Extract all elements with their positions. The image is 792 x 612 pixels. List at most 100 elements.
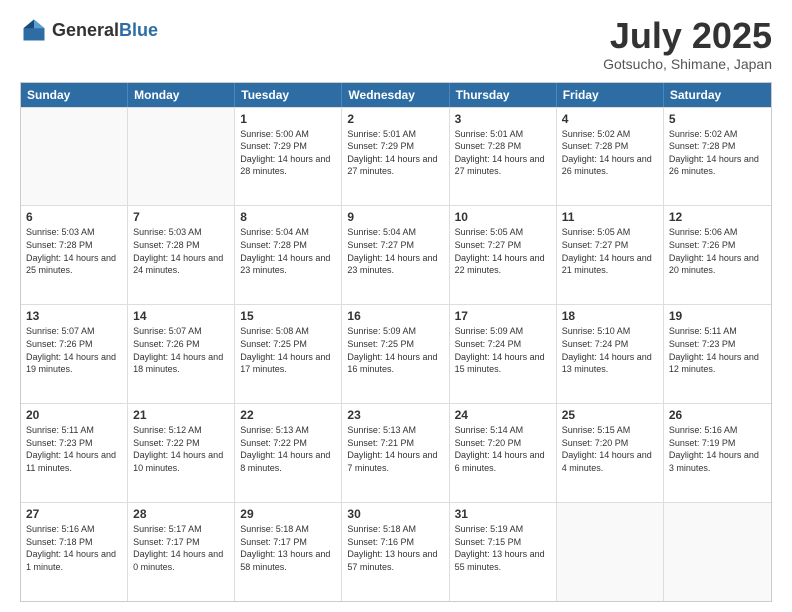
page: GeneralBlue July 2025 Gotsucho, Shimane,… <box>0 0 792 612</box>
title-block: July 2025 Gotsucho, Shimane, Japan <box>603 16 772 72</box>
day-number: 10 <box>455 210 551 224</box>
cell-info: Sunrise: 5:16 AMSunset: 7:18 PMDaylight:… <box>26 523 122 573</box>
cell-info: Sunrise: 5:04 AMSunset: 7:28 PMDaylight:… <box>240 226 336 276</box>
cell-info: Sunrise: 5:06 AMSunset: 7:26 PMDaylight:… <box>669 226 766 276</box>
day-cell-15: 15 Sunrise: 5:08 AMSunset: 7:25 PMDayligh… <box>235 305 342 403</box>
day-number: 9 <box>347 210 443 224</box>
cell-info: Sunrise: 5:11 AMSunset: 7:23 PMDaylight:… <box>669 325 766 375</box>
day-cell-12: 12 Sunrise: 5:06 AMSunset: 7:26 PMDayligh… <box>664 206 771 304</box>
cell-info: Sunrise: 5:01 AMSunset: 7:28 PMDaylight:… <box>455 128 551 178</box>
calendar-row-2: 6 Sunrise: 5:03 AMSunset: 7:28 PMDaylight… <box>21 205 771 304</box>
cell-info: Sunrise: 5:16 AMSunset: 7:19 PMDaylight:… <box>669 424 766 474</box>
day-cell-21: 21 Sunrise: 5:12 AMSunset: 7:22 PMDayligh… <box>128 404 235 502</box>
day-cell-17: 17 Sunrise: 5:09 AMSunset: 7:24 PMDayligh… <box>450 305 557 403</box>
cell-info: Sunrise: 5:01 AMSunset: 7:29 PMDaylight:… <box>347 128 443 178</box>
location: Gotsucho, Shimane, Japan <box>603 56 772 72</box>
day-cell-19: 19Sunrise: 5:11 AMSunset: 7:23 PMDayligh… <box>664 305 771 403</box>
day-number: 1 <box>240 112 336 126</box>
cell-info: Sunrise: 5:05 AMSunset: 7:27 PMDaylight:… <box>455 226 551 276</box>
cell-info: Sunrise: 5:09 AMSunset: 7:24 PMDaylight:… <box>455 325 551 375</box>
cell-info: Sunrise: 5:18 AMSunset: 7:16 PMDaylight:… <box>347 523 443 573</box>
day-number: 4 <box>562 112 658 126</box>
day-cell-28: 28 Sunrise: 5:17 AMSunset: 7:17 PMDayligh… <box>128 503 235 601</box>
calendar-row-3: 13 Sunrise: 5:07 AMSunset: 7:26 PMDayligh… <box>21 304 771 403</box>
header-day-sunday: Sunday <box>21 83 128 107</box>
day-number: 15 <box>240 309 336 323</box>
cell-info: Sunrise: 5:14 AMSunset: 7:20 PMDaylight:… <box>455 424 551 474</box>
day-number: 27 <box>26 507 122 521</box>
day-cell-13: 13 Sunrise: 5:07 AMSunset: 7:26 PMDayligh… <box>21 305 128 403</box>
empty-cell <box>664 503 771 601</box>
day-cell-7: 7 Sunrise: 5:03 AMSunset: 7:28 PMDaylight… <box>128 206 235 304</box>
day-number: 17 <box>455 309 551 323</box>
day-number: 12 <box>669 210 766 224</box>
header-day-monday: Monday <box>128 83 235 107</box>
day-cell-24: 24 Sunrise: 5:14 AMSunset: 7:20 PMDayligh… <box>450 404 557 502</box>
day-cell-2: 2Sunrise: 5:01 AMSunset: 7:29 PMDaylight… <box>342 108 449 206</box>
header-day-tuesday: Tuesday <box>235 83 342 107</box>
empty-cell <box>557 503 664 601</box>
day-number: 28 <box>133 507 229 521</box>
cell-info: Sunrise: 5:04 AMSunset: 7:27 PMDaylight:… <box>347 226 443 276</box>
day-cell-6: 6 Sunrise: 5:03 AMSunset: 7:28 PMDaylight… <box>21 206 128 304</box>
day-cell-20: 20Sunrise: 5:11 AMSunset: 7:23 PMDayligh… <box>21 404 128 502</box>
cell-info: Sunrise: 5:00 AMSunset: 7:29 PMDaylight:… <box>240 128 336 178</box>
day-number: 21 <box>133 408 229 422</box>
cell-info: Sunrise: 5:13 AMSunset: 7:21 PMDaylight:… <box>347 424 443 474</box>
day-cell-27: 27 Sunrise: 5:16 AMSunset: 7:18 PMDayligh… <box>21 503 128 601</box>
day-number: 23 <box>347 408 443 422</box>
header-day-friday: Friday <box>557 83 664 107</box>
day-cell-11: 11 Sunrise: 5:05 AMSunset: 7:27 PMDayligh… <box>557 206 664 304</box>
cell-info: Sunrise: 5:07 AMSunset: 7:26 PMDaylight:… <box>133 325 229 375</box>
day-cell-29: 29Sunrise: 5:18 AMSunset: 7:17 PMDayligh… <box>235 503 342 601</box>
day-number: 13 <box>26 309 122 323</box>
cell-info: Sunrise: 5:02 AMSunset: 7:28 PMDaylight:… <box>562 128 658 178</box>
day-cell-4: 4 Sunrise: 5:02 AMSunset: 7:28 PMDaylight… <box>557 108 664 206</box>
day-number: 26 <box>669 408 766 422</box>
day-number: 29 <box>240 507 336 521</box>
empty-cell <box>128 108 235 206</box>
month-title: July 2025 <box>603 16 772 56</box>
day-cell-16: 16Sunrise: 5:09 AMSunset: 7:25 PMDayligh… <box>342 305 449 403</box>
day-number: 20 <box>26 408 122 422</box>
cell-info: Sunrise: 5:12 AMSunset: 7:22 PMDaylight:… <box>133 424 229 474</box>
day-number: 11 <box>562 210 658 224</box>
day-number: 7 <box>133 210 229 224</box>
logo-text: GeneralBlue <box>52 20 158 41</box>
day-number: 16 <box>347 309 443 323</box>
day-number: 6 <box>26 210 122 224</box>
day-cell-5: 5Sunrise: 5:02 AMSunset: 7:28 PMDaylight… <box>664 108 771 206</box>
cell-info: Sunrise: 5:03 AMSunset: 7:28 PMDaylight:… <box>133 226 229 276</box>
calendar-row-1: 1 Sunrise: 5:00 AMSunset: 7:29 PMDaylight… <box>21 107 771 206</box>
cell-info: Sunrise: 5:07 AMSunset: 7:26 PMDaylight:… <box>26 325 122 375</box>
header-day-wednesday: Wednesday <box>342 83 449 107</box>
cell-info: Sunrise: 5:05 AMSunset: 7:27 PMDaylight:… <box>562 226 658 276</box>
logo-icon <box>20 16 48 44</box>
day-cell-3: 3 Sunrise: 5:01 AMSunset: 7:28 PMDaylight… <box>450 108 557 206</box>
logo: GeneralBlue <box>20 16 158 44</box>
logo-general: General <box>52 20 119 40</box>
cell-info: Sunrise: 5:08 AMSunset: 7:25 PMDaylight:… <box>240 325 336 375</box>
day-cell-31: 31 Sunrise: 5:19 AMSunset: 7:15 PMDayligh… <box>450 503 557 601</box>
day-number: 8 <box>240 210 336 224</box>
cell-info: Sunrise: 5:03 AMSunset: 7:28 PMDaylight:… <box>26 226 122 276</box>
logo-blue: Blue <box>119 20 158 40</box>
day-number: 3 <box>455 112 551 126</box>
empty-cell <box>21 108 128 206</box>
day-number: 31 <box>455 507 551 521</box>
calendar-row-4: 20Sunrise: 5:11 AMSunset: 7:23 PMDayligh… <box>21 403 771 502</box>
day-cell-22: 22Sunrise: 5:13 AMSunset: 7:22 PMDayligh… <box>235 404 342 502</box>
day-cell-10: 10 Sunrise: 5:05 AMSunset: 7:27 PMDayligh… <box>450 206 557 304</box>
day-number: 14 <box>133 309 229 323</box>
calendar: SundayMondayTuesdayWednesdayThursdayFrid… <box>20 82 772 602</box>
day-cell-1: 1 Sunrise: 5:00 AMSunset: 7:29 PMDaylight… <box>235 108 342 206</box>
day-cell-8: 8 Sunrise: 5:04 AMSunset: 7:28 PMDaylight… <box>235 206 342 304</box>
cell-info: Sunrise: 5:17 AMSunset: 7:17 PMDaylight:… <box>133 523 229 573</box>
cell-info: Sunrise: 5:19 AMSunset: 7:15 PMDaylight:… <box>455 523 551 573</box>
day-number: 24 <box>455 408 551 422</box>
day-number: 18 <box>562 309 658 323</box>
day-cell-26: 26 Sunrise: 5:16 AMSunset: 7:19 PMDayligh… <box>664 404 771 502</box>
day-number: 30 <box>347 507 443 521</box>
day-cell-30: 30 Sunrise: 5:18 AMSunset: 7:16 PMDayligh… <box>342 503 449 601</box>
day-number: 5 <box>669 112 766 126</box>
